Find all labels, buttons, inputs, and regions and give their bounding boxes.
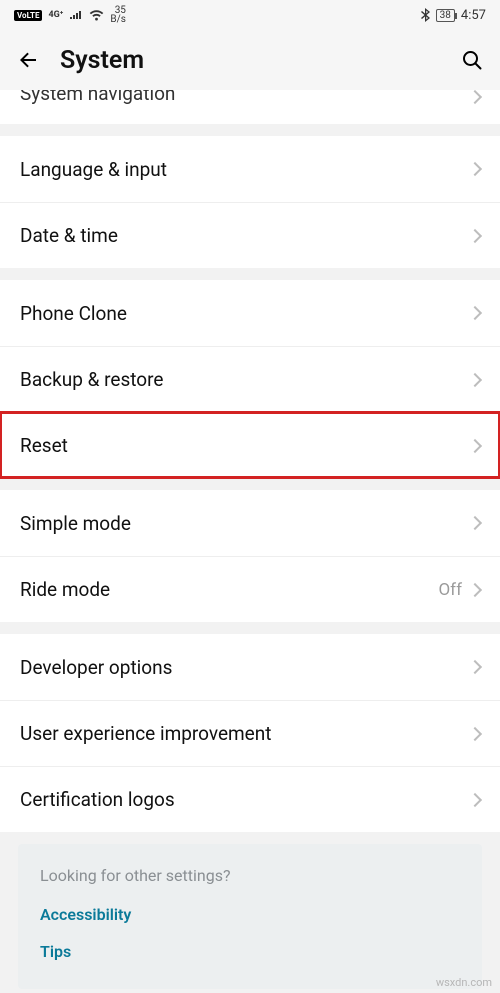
settings-row[interactable]: Simple mode (0, 490, 500, 556)
settings-row[interactable]: System navigation (0, 90, 500, 124)
settings-row[interactable]: Developer options (0, 634, 500, 700)
watermark: wsxdn.com (436, 976, 492, 989)
row-label: Phone Clone (20, 302, 127, 325)
signal-icon (69, 10, 83, 20)
chevron-right-icon (468, 792, 482, 806)
settings-row[interactable]: Reset (0, 412, 500, 478)
settings-group: Phone Clone Backup & restore Reset (0, 280, 500, 478)
clock: 4:57 (461, 8, 486, 23)
row-right (470, 795, 480, 805)
volte-badge: VoLTE (14, 10, 42, 21)
status-right: 38 4:57 (421, 8, 486, 23)
settings-group: Language & input Date & time (0, 136, 500, 268)
page-title: System (60, 46, 440, 75)
row-right (470, 518, 480, 528)
settings-row[interactable]: Date & time (0, 202, 500, 268)
network-speed: 35 B/s (110, 6, 126, 24)
settings-row[interactable]: User experience improvement (0, 700, 500, 766)
row-right (470, 92, 480, 102)
chevron-right-icon (468, 582, 482, 596)
row-right (470, 729, 480, 739)
settings-group: Simple mode Ride mode Off (0, 490, 500, 622)
chevron-right-icon (468, 516, 482, 530)
row-label: User experience improvement (20, 722, 271, 745)
other-settings-link[interactable]: Tips (40, 942, 460, 961)
settings-content: System navigation Language & input Date & … (0, 90, 500, 832)
row-label: Date & time (20, 224, 118, 247)
settings-group: Developer options User experience improve… (0, 634, 500, 832)
battery-icon: 38 (436, 9, 455, 22)
settings-row[interactable]: Language & input (0, 136, 500, 202)
row-label: Simple mode (20, 512, 131, 535)
chevron-right-icon (468, 162, 482, 176)
row-right: Off (438, 580, 480, 600)
settings-row[interactable]: Ride mode Off (0, 556, 500, 622)
settings-row[interactable]: Phone Clone (0, 280, 500, 346)
bluetooth-icon (421, 8, 430, 22)
row-label: Ride mode (20, 578, 110, 601)
chevron-right-icon (468, 228, 482, 242)
chevron-right-icon (468, 306, 482, 320)
row-right (470, 375, 480, 385)
chevron-right-icon (468, 90, 482, 104)
chevron-right-icon (468, 726, 482, 740)
chevron-right-icon (468, 660, 482, 674)
settings-row[interactable]: Certification logos (0, 766, 500, 832)
chevron-right-icon (468, 372, 482, 386)
row-label: Developer options (20, 656, 172, 679)
row-label: Language & input (20, 158, 167, 181)
app-header: System (0, 30, 500, 90)
wifi-icon (89, 10, 104, 21)
row-right (470, 164, 480, 174)
other-settings-panel: Looking for other settings? Accessibilit… (18, 844, 482, 989)
other-settings-link[interactable]: Accessibility (40, 905, 460, 924)
status-left: VoLTE 4G⁺ 35 B/s (14, 6, 126, 24)
row-right (470, 308, 480, 318)
row-right (470, 231, 480, 241)
back-button[interactable] (16, 48, 40, 72)
row-label: System navigation (20, 90, 175, 105)
other-settings-title: Looking for other settings? (40, 866, 460, 885)
row-label: Reset (20, 434, 68, 457)
settings-row[interactable]: Backup & restore (0, 346, 500, 412)
search-button[interactable] (460, 48, 484, 72)
status-bar: VoLTE 4G⁺ 35 B/s 38 4:57 (0, 0, 500, 30)
row-right (470, 662, 480, 672)
chevron-right-icon (468, 438, 482, 452)
row-label: Certification logos (20, 788, 175, 811)
battery-level: 38 (440, 10, 451, 21)
row-value: Off (438, 580, 462, 600)
row-label: Backup & restore (20, 368, 163, 391)
settings-group: System navigation (0, 90, 500, 124)
network-type: 4G⁺ (48, 10, 63, 20)
row-right (470, 441, 480, 451)
